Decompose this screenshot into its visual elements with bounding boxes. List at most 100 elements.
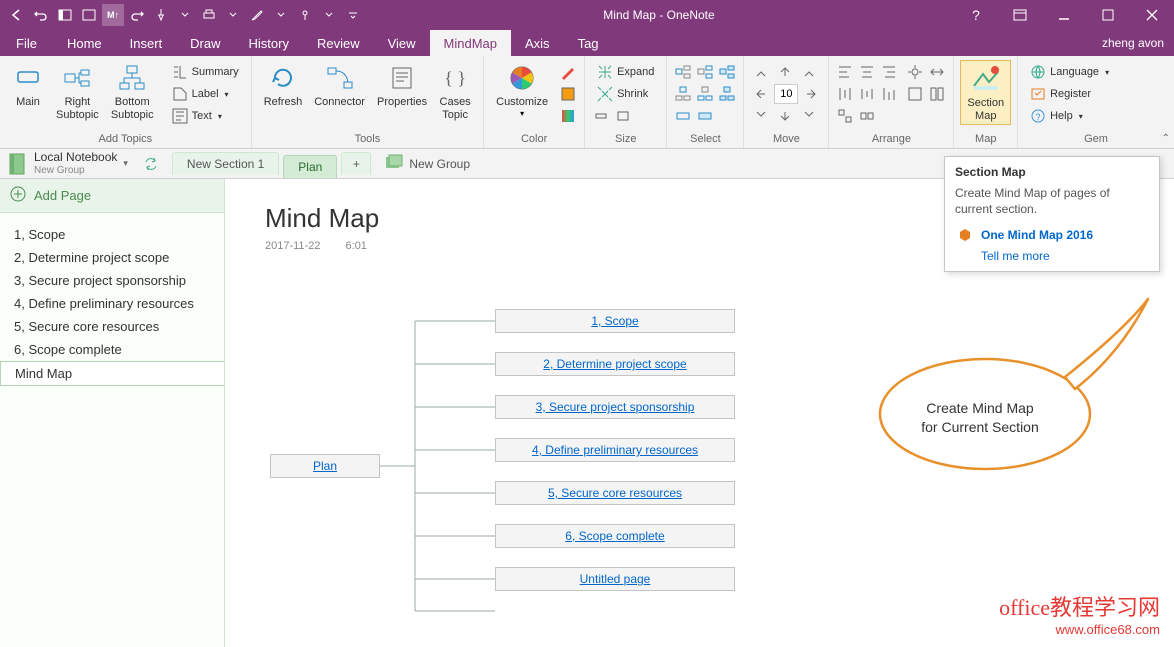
collapse-ribbon-button[interactable]: ⌃ [1162,133,1170,144]
mindmap-root-link[interactable]: Plan [313,459,337,473]
expand-button[interactable]: Expand [591,62,660,82]
mindmap-node-3-link[interactable]: 4, Define preliminary resources [532,443,698,457]
casestopic-button[interactable]: { } Cases Topic [433,60,477,123]
dock-button[interactable] [54,4,76,26]
page-item-6[interactable]: Mind Map [0,361,224,386]
fullpage-button[interactable] [78,4,100,26]
mindmap-root-node[interactable]: Plan [270,454,380,478]
user-name[interactable]: zheng avon [1092,30,1174,56]
mindmap-node-6[interactable]: Untitled page [495,567,735,591]
properties-button[interactable]: Properties [371,60,433,111]
tab-review[interactable]: Review [303,30,374,56]
arr-11[interactable] [905,84,925,104]
move-right-down[interactable] [798,106,820,126]
sel-8[interactable] [695,106,715,126]
gradient-button[interactable] [558,106,578,126]
arr-2[interactable] [857,62,877,82]
tab-mindmap[interactable]: MindMap [430,30,511,56]
arr-1[interactable] [835,62,855,82]
mindmap-node-1-link[interactable]: 2, Determine project scope [543,357,686,371]
qat-more-4[interactable] [318,4,340,26]
bottom-subtopic-button[interactable]: Bottom Subtopic [105,60,160,123]
close-button[interactable] [1130,0,1174,30]
main-button[interactable]: Main [6,60,50,111]
help-button[interactable]: ? [954,0,998,30]
move-up[interactable] [774,62,796,82]
screentip-more-link[interactable]: Tell me more [955,249,1149,263]
sel-6[interactable] [717,84,737,104]
connector-button[interactable]: Connector [308,60,371,111]
page-item-1[interactable]: 2, Determine project scope [0,246,224,269]
size-cell-2[interactable] [613,106,633,126]
tab-axis[interactable]: Axis [511,30,564,56]
mindmap-node-0-link[interactable]: 1, Scope [591,314,638,328]
page-item-4[interactable]: 5, Secure core resources [0,315,224,338]
back-button[interactable] [6,4,28,26]
tab-home[interactable]: Home [53,30,116,56]
refresh-button[interactable]: Refresh [258,60,309,111]
redo-button[interactable] [126,4,148,26]
arr-3[interactable] [879,62,899,82]
maximize-button[interactable] [1086,0,1130,30]
pen-color-button[interactable] [558,62,578,82]
move-left-up[interactable] [750,62,772,82]
add-page-button[interactable]: Add Page [0,179,224,213]
arr-8[interactable] [857,106,877,126]
tab-tag[interactable]: Tag [564,30,613,56]
section-tab-0[interactable]: New Section 1 [172,152,279,175]
mindmap-node-4-link[interactable]: 5, Secure core resources [548,486,682,500]
sel-2[interactable] [695,62,715,82]
tab-history[interactable]: History [235,30,303,56]
move-right-up[interactable] [798,62,820,82]
minimize-button[interactable] [1042,0,1086,30]
add-section-button[interactable]: + [341,152,371,175]
mindmap-node-3[interactable]: 4, Define preliminary resources [495,438,735,462]
sel-4[interactable] [673,84,693,104]
summary-button[interactable]: Summary [166,62,245,82]
arr-6[interactable] [879,84,899,104]
file-tab[interactable]: File [0,30,53,56]
pin-button[interactable] [150,4,172,26]
arr-5[interactable] [857,84,877,104]
move-left[interactable] [750,84,772,104]
mindmap-node-2-link[interactable]: 3, Secure project sponsorship [536,400,695,414]
mindmap-node-1[interactable]: 2, Determine project scope [495,352,735,376]
mindmap-quick-button[interactable]: M↑ [102,4,124,26]
qat-more-3[interactable] [270,4,292,26]
qat-more-1[interactable] [174,4,196,26]
mindmap-node-4[interactable]: 5, Secure core resources [495,481,735,505]
arr-12[interactable] [927,84,947,104]
sel-7[interactable] [673,106,693,126]
help-button-ribbon[interactable]: ?Help▾ [1024,106,1115,126]
mindmap-node-5[interactable]: 6, Scope complete [495,524,735,548]
section-tab-1[interactable]: Plan [283,155,337,178]
move-left-down[interactable] [750,106,772,126]
arr-7[interactable] [835,106,855,126]
qat-more-2[interactable] [222,4,244,26]
mindmap-node-2[interactable]: 3, Secure project sponsorship [495,395,735,419]
sel-3[interactable] [717,62,737,82]
arr-10[interactable] [927,62,947,82]
move-down[interactable] [774,106,796,126]
page-item-2[interactable]: 3, Secure project sponsorship [0,269,224,292]
customize-button[interactable]: Customize ▾ [490,60,554,120]
tab-view[interactable]: View [374,30,430,56]
undo-button[interactable] [30,4,52,26]
arr-4[interactable] [835,84,855,104]
text-button[interactable]: Text▾ [166,106,245,126]
move-value[interactable]: 10 [774,84,798,104]
move-right[interactable] [800,84,822,104]
register-button[interactable]: Register [1024,84,1115,104]
sync-button[interactable] [140,153,162,175]
tab-insert[interactable]: Insert [116,30,177,56]
new-group-button[interactable]: New Group [385,154,470,173]
page-item-5[interactable]: 6, Scope complete [0,338,224,361]
touch-button[interactable] [294,4,316,26]
label-button[interactable]: Label▾ [166,84,245,104]
ribbon-options-button[interactable] [998,0,1042,30]
notebook-selector[interactable]: Local Notebook New Group ▾ [0,151,136,175]
sel-1[interactable] [673,62,693,82]
tab-draw[interactable]: Draw [176,30,234,56]
mindmap-node-0[interactable]: 1, Scope [495,309,735,333]
page-item-0[interactable]: 1, Scope [0,223,224,246]
